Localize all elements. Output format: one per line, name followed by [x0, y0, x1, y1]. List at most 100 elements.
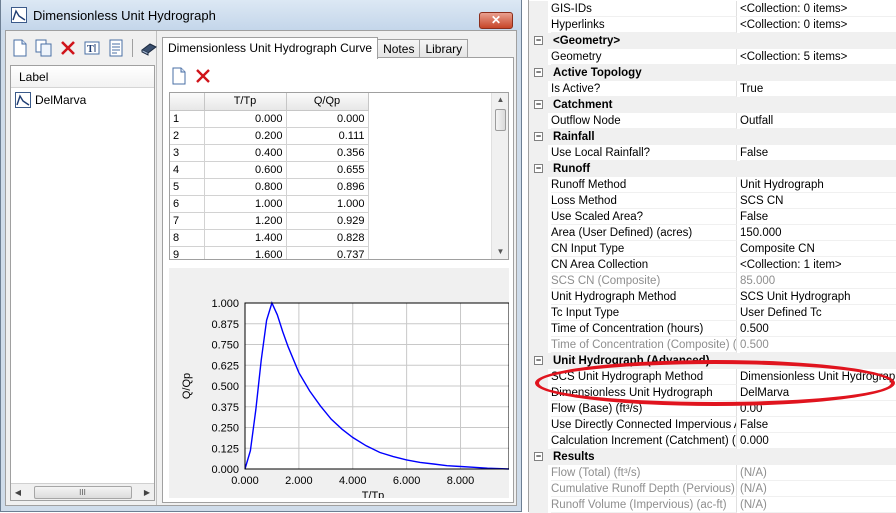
list-item[interactable]: DelMarva — [13, 91, 154, 109]
tab-library[interactable]: Library — [419, 39, 469, 59]
t-tp-cell[interactable]: 0.800 — [204, 178, 287, 196]
property-row[interactable]: Cumulative Runoff Depth (Pervious) ((N/A… — [529, 481, 896, 497]
property-value[interactable]: User Defined Tc — [740, 305, 896, 321]
row-index-cell[interactable]: 6 — [170, 195, 205, 213]
table-row[interactable]: 5 0.800 0.896 — [170, 178, 369, 196]
property-row[interactable]: CN Area Collection <Collection: 1 item> — [529, 257, 896, 273]
collapse-icon[interactable]: − — [534, 164, 543, 173]
property-row[interactable]: Time of Concentration (hours) 0.500 — [529, 321, 896, 337]
row-index-cell[interactable]: 3 — [170, 144, 205, 162]
row-index-cell[interactable]: 9 — [170, 246, 205, 259]
property-row[interactable]: Use Directly Connected Impervious A False — [529, 417, 896, 433]
close-button[interactable]: ✕ — [479, 12, 513, 29]
tab-curve[interactable]: Dimensionless Unit Hydrograph Curve — [162, 37, 379, 59]
property-row[interactable]: CN Input Type Composite CN — [529, 241, 896, 257]
report-button[interactable] — [106, 38, 126, 58]
property-value[interactable]: Composite CN — [740, 241, 896, 257]
scroll-right-icon[interactable]: ▶ — [142, 488, 152, 497]
q-qp-cell[interactable]: 1.000 — [286, 195, 369, 213]
t-tp-cell[interactable]: 1.600 — [204, 246, 287, 259]
property-category[interactable]: − Runoff — [529, 161, 896, 177]
property-row[interactable]: Dimensionless Unit Hydrograph DelMarva — [529, 385, 896, 401]
add-row-button[interactable] — [169, 66, 189, 86]
q-qp-cell[interactable]: 0.737 — [286, 246, 369, 259]
table-corner-header[interactable] — [170, 93, 205, 111]
row-index-cell[interactable]: 5 — [170, 178, 205, 196]
q-qp-cell[interactable]: 0.000 — [286, 110, 369, 128]
collapse-icon[interactable]: − — [534, 356, 543, 365]
property-value[interactable]: <Collection: 1 item> — [740, 257, 896, 273]
property-value[interactable]: False — [740, 209, 896, 225]
property-value[interactable]: (N/A) — [740, 481, 896, 497]
dialog-titlebar[interactable]: Dimensionless Unit Hydrograph ✕ — [1, 0, 521, 30]
q-qp-cell[interactable]: 0.828 — [286, 229, 369, 247]
property-category[interactable]: − Active Topology — [529, 65, 896, 81]
delete-button[interactable] — [58, 38, 78, 58]
property-value[interactable]: <Collection: 5 items> — [740, 49, 896, 65]
column-header-q-qp[interactable]: Q/Qp — [286, 93, 369, 111]
property-row[interactable]: Is Active? True — [529, 81, 896, 97]
t-tp-cell[interactable]: 1.000 — [204, 195, 287, 213]
property-row[interactable]: Hyperlinks <Collection: 0 items> — [529, 17, 896, 33]
property-value[interactable]: 0.500 — [740, 337, 896, 353]
property-category[interactable]: − Catchment — [529, 97, 896, 113]
q-qp-cell[interactable]: 0.896 — [286, 178, 369, 196]
property-value[interactable]: 0.00 — [740, 401, 896, 417]
scroll-left-icon[interactable]: ◀ — [13, 488, 23, 497]
table-row[interactable]: 3 0.400 0.356 — [170, 144, 369, 162]
property-value[interactable]: 0.000 — [740, 433, 896, 449]
property-row[interactable]: Flow (Base) (ft³/s) 0.00 — [529, 401, 896, 417]
property-row[interactable]: GIS-IDs <Collection: 0 items> — [529, 1, 896, 17]
property-row[interactable]: Time of Concentration (Composite) (h 0.50… — [529, 337, 896, 353]
list-horizontal-scrollbar[interactable]: ◀ III ▶ — [11, 483, 154, 500]
table-row[interactable]: 6 1.000 1.000 — [170, 195, 369, 213]
property-value[interactable]: SCS CN — [740, 193, 896, 209]
property-value[interactable]: (N/A) — [740, 465, 896, 481]
table-row[interactable]: 9 1.600 0.737 — [170, 246, 369, 259]
collapse-icon[interactable]: − — [534, 68, 543, 77]
property-row[interactable]: Use Local Rainfall? False — [529, 145, 896, 161]
t-tp-cell[interactable]: 1.400 — [204, 229, 287, 247]
property-value[interactable]: 150.000 — [740, 225, 896, 241]
table-scroll-thumb[interactable] — [495, 109, 506, 131]
q-qp-cell[interactable]: 0.929 — [286, 212, 369, 230]
collapse-icon[interactable]: − — [534, 132, 543, 141]
column-header-t-tp[interactable]: T/Tp — [204, 93, 287, 111]
scroll-down-icon[interactable]: ▼ — [492, 245, 508, 259]
property-row[interactable]: Calculation Increment (Catchment) (h 0.00… — [529, 433, 896, 449]
table-row[interactable]: 2 0.200 0.111 — [170, 127, 369, 145]
t-tp-cell[interactable]: 0.400 — [204, 144, 287, 162]
collapse-icon[interactable]: − — [534, 452, 543, 461]
row-index-cell[interactable]: 2 — [170, 127, 205, 145]
new-item-button[interactable] — [10, 38, 30, 58]
row-index-cell[interactable]: 4 — [170, 161, 205, 179]
property-value[interactable]: <Collection: 0 items> — [740, 17, 896, 33]
property-category[interactable]: − Unit Hydrograph (Advanced) — [529, 353, 896, 369]
collapse-icon[interactable]: − — [534, 36, 543, 45]
property-value[interactable]: Outfall — [740, 113, 896, 129]
t-tp-cell[interactable]: 0.200 — [204, 127, 287, 145]
table-vertical-scrollbar[interactable]: ▲ ▼ — [491, 93, 508, 259]
property-row[interactable]: Tc Input Type User Defined Tc — [529, 305, 896, 321]
property-row[interactable]: Flow (Total) (ft³/s) (N/A) — [529, 465, 896, 481]
property-value[interactable]: Unit Hydrograph — [740, 177, 896, 193]
row-index-cell[interactable]: 7 — [170, 212, 205, 230]
property-row[interactable]: Geometry <Collection: 5 items> — [529, 49, 896, 65]
property-value[interactable]: True — [740, 81, 896, 97]
tab-notes[interactable]: Notes — [377, 39, 421, 59]
library-button[interactable] — [139, 38, 159, 58]
property-row[interactable]: Runoff Volume (Impervious) (ac-ft) (N/A) — [529, 497, 896, 513]
property-value[interactable]: Dimensionless Unit Hydrograph — [740, 369, 896, 385]
scroll-up-icon[interactable]: ▲ — [492, 93, 508, 107]
property-value[interactable]: SCS Unit Hydrograph — [740, 289, 896, 305]
property-value[interactable]: False — [740, 417, 896, 433]
q-qp-cell[interactable]: 0.356 — [286, 144, 369, 162]
property-row[interactable]: Outflow Node Outfall — [529, 113, 896, 129]
property-row[interactable]: SCS CN (Composite) 85.000 — [529, 273, 896, 289]
property-value[interactable]: <Collection: 0 items> — [740, 1, 896, 17]
property-value[interactable]: 0.500 — [740, 321, 896, 337]
delete-row-button[interactable] — [193, 66, 213, 86]
property-category[interactable]: − Rainfall — [529, 129, 896, 145]
property-row[interactable]: Loss Method SCS CN — [529, 193, 896, 209]
q-qp-cell[interactable]: 0.655 — [286, 161, 369, 179]
